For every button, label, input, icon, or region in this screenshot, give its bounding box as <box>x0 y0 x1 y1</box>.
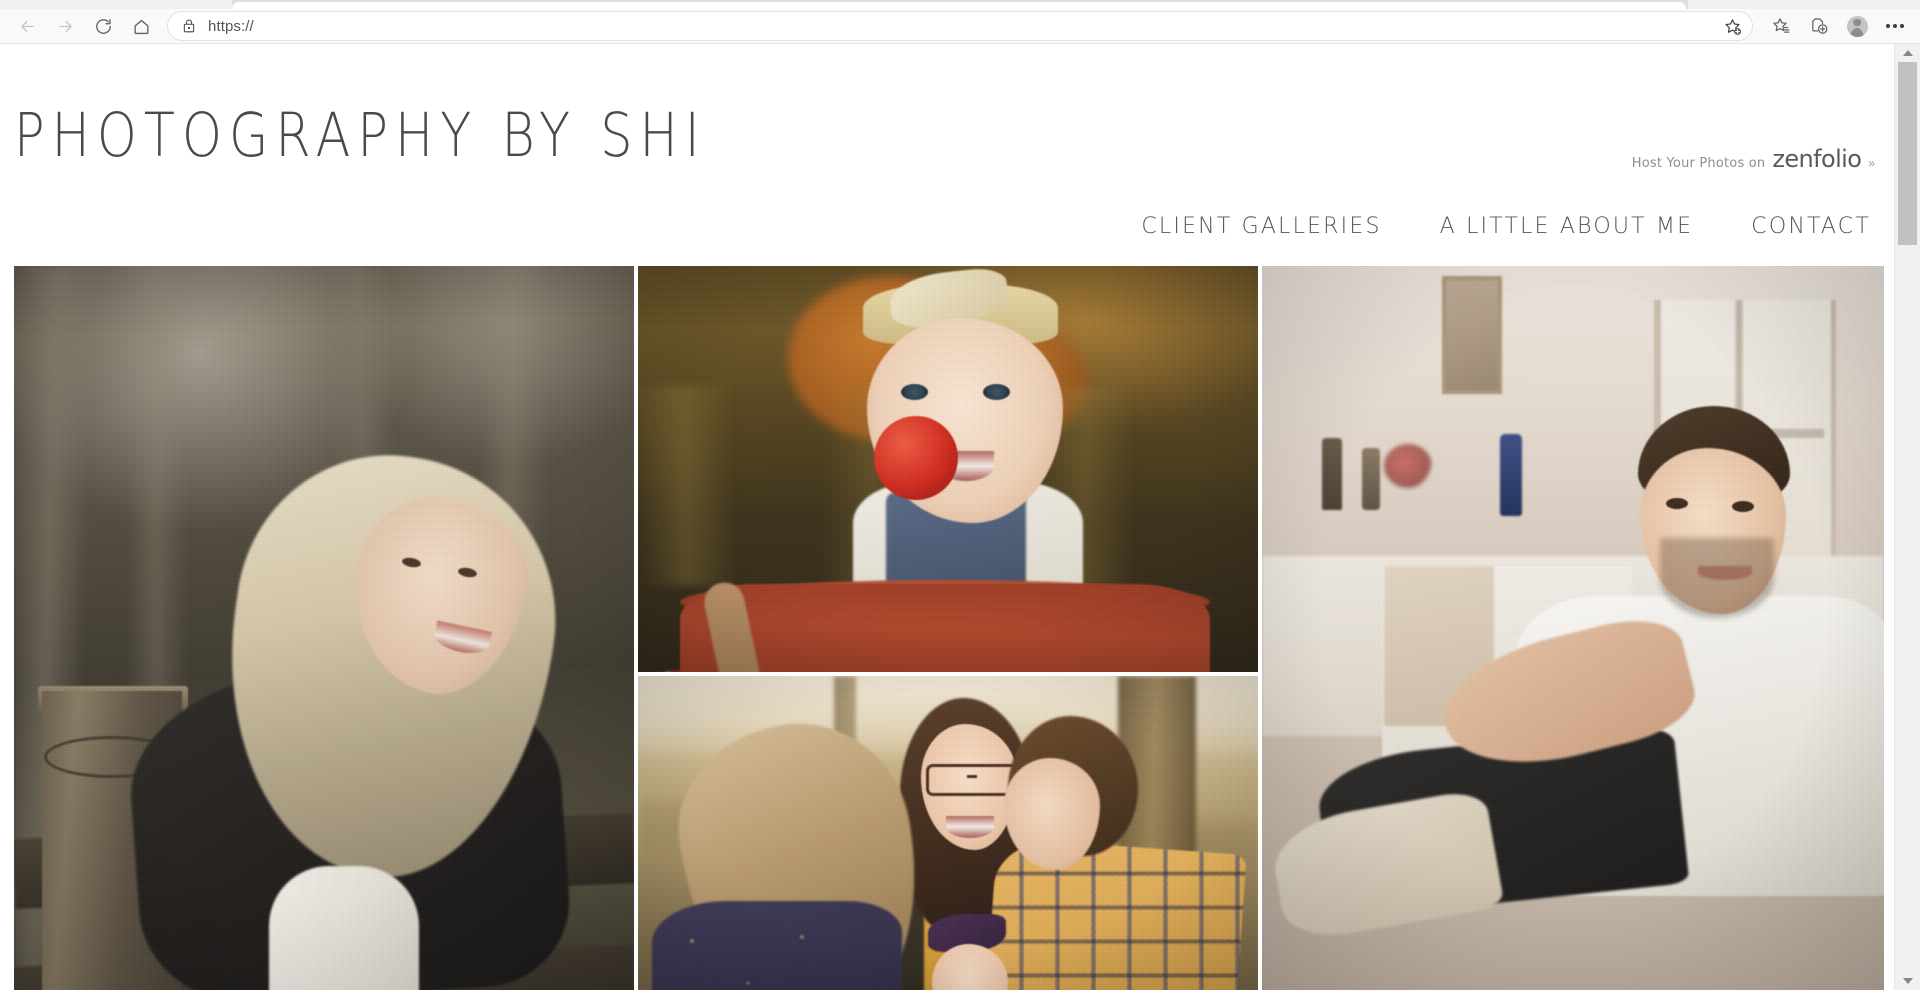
zenfolio-badge[interactable]: Host Your Photos on zenfolio » <box>1632 145 1875 173</box>
back-button[interactable] <box>8 11 46 41</box>
site-header: PHOTOGRAPHY BY SHI Host Your Photos on z… <box>0 44 1895 239</box>
collections-button[interactable] <box>1800 11 1838 41</box>
gallery-photo-girl-on-fence[interactable] <box>14 266 634 990</box>
toolbar-right-group <box>1762 11 1920 41</box>
url-text[interactable]: https:// <box>208 18 1717 35</box>
photo-mother-glasses <box>926 764 1018 796</box>
address-bar[interactable]: https:// <box>168 12 1752 40</box>
scrollbar-thumb[interactable] <box>1898 62 1917 245</box>
scrollbar-down-button[interactable] <box>1895 972 1920 990</box>
favorites-button[interactable] <box>1762 11 1800 41</box>
forward-button[interactable] <box>46 11 84 41</box>
photo-bottle <box>1322 438 1342 510</box>
page-scrollbar[interactable] <box>1894 44 1920 990</box>
page-title: PHOTOGRAPHY BY SHI <box>14 100 707 171</box>
photo-mother-smile <box>946 816 994 838</box>
home-button[interactable] <box>122 11 160 41</box>
chevron-down-icon <box>1902 978 1913 984</box>
photo-bottle <box>1362 448 1380 510</box>
tab-strip-left <box>0 0 232 9</box>
photo-gallery-grid <box>14 266 1884 990</box>
add-favorite-icon[interactable] <box>1723 17 1742 36</box>
nav-item-client-galleries[interactable]: CLIENT GALLERIES <box>1141 214 1381 239</box>
photo-man-eye <box>1732 501 1754 512</box>
ellipsis-dot <box>1893 24 1897 28</box>
chevron-up-icon <box>1902 50 1913 56</box>
gallery-column-middle <box>638 266 1258 990</box>
photo-man-eye <box>1666 498 1688 509</box>
gallery-photo-baby-with-apples[interactable] <box>638 266 1258 672</box>
gallery-photo-family-kiss[interactable] <box>638 676 1258 990</box>
settings-and-more-button[interactable] <box>1876 11 1914 41</box>
photo-daughter-dress-pattern <box>652 901 902 990</box>
lock-icon <box>182 18 196 34</box>
browser-toolbar: https:// <box>0 9 1920 44</box>
photo-man-mouth <box>1698 566 1752 580</box>
scrollbar-up-button[interactable] <box>1895 44 1920 62</box>
photo-blue-bottle <box>1500 434 1522 516</box>
tab-strip-right <box>1688 0 1920 9</box>
photo-girl-legs <box>269 866 419 990</box>
photo-wall-frame <box>1442 276 1502 394</box>
back-arrow-icon <box>20 20 34 32</box>
collections-icon <box>1812 18 1828 34</box>
tab-strip <box>0 0 1920 9</box>
photo-son-plaid-shirt <box>983 837 1247 990</box>
active-tab[interactable] <box>232 2 1686 9</box>
page-viewport: PHOTOGRAPHY BY SHI Host Your Photos on z… <box>0 44 1895 990</box>
main-navigation: CLIENT GALLERIES A LITTLE ABOUT ME CONTA… <box>1141 214 1871 239</box>
gallery-column-left <box>14 266 634 990</box>
nav-item-contact[interactable]: CONTACT <box>1751 214 1871 239</box>
forward-arrow-icon <box>58 20 72 32</box>
profile-button[interactable] <box>1838 11 1876 41</box>
home-icon <box>133 19 149 34</box>
photo-baby-eye <box>983 384 1010 400</box>
refresh-icon <box>95 18 111 34</box>
photo-apple-basket <box>680 584 1210 672</box>
avatar <box>1846 15 1868 37</box>
browser-window: https:// PHOTOGRAPHY BY SHI Host Your Ph… <box>0 0 1920 990</box>
ellipsis-dot <box>1886 24 1890 28</box>
zenfolio-prefix: Host Your Photos on <box>1631 156 1766 171</box>
photo-flowers <box>1384 444 1432 488</box>
photo-baby-eye <box>901 384 928 400</box>
gallery-column-right <box>1262 266 1884 990</box>
photo-held-apple <box>874 416 958 500</box>
zenfolio-logo: zenfolio <box>1772 145 1862 173</box>
nav-item-a-little-about-me[interactable]: A LITTLE ABOUT ME <box>1440 214 1694 239</box>
gallery-photo-man-on-couch[interactable] <box>1262 266 1884 990</box>
refresh-button[interactable] <box>84 11 122 41</box>
ellipsis-dot <box>1900 24 1904 28</box>
favorites-star-icon <box>1773 18 1790 33</box>
zenfolio-arrow-icon: » <box>1868 156 1875 170</box>
